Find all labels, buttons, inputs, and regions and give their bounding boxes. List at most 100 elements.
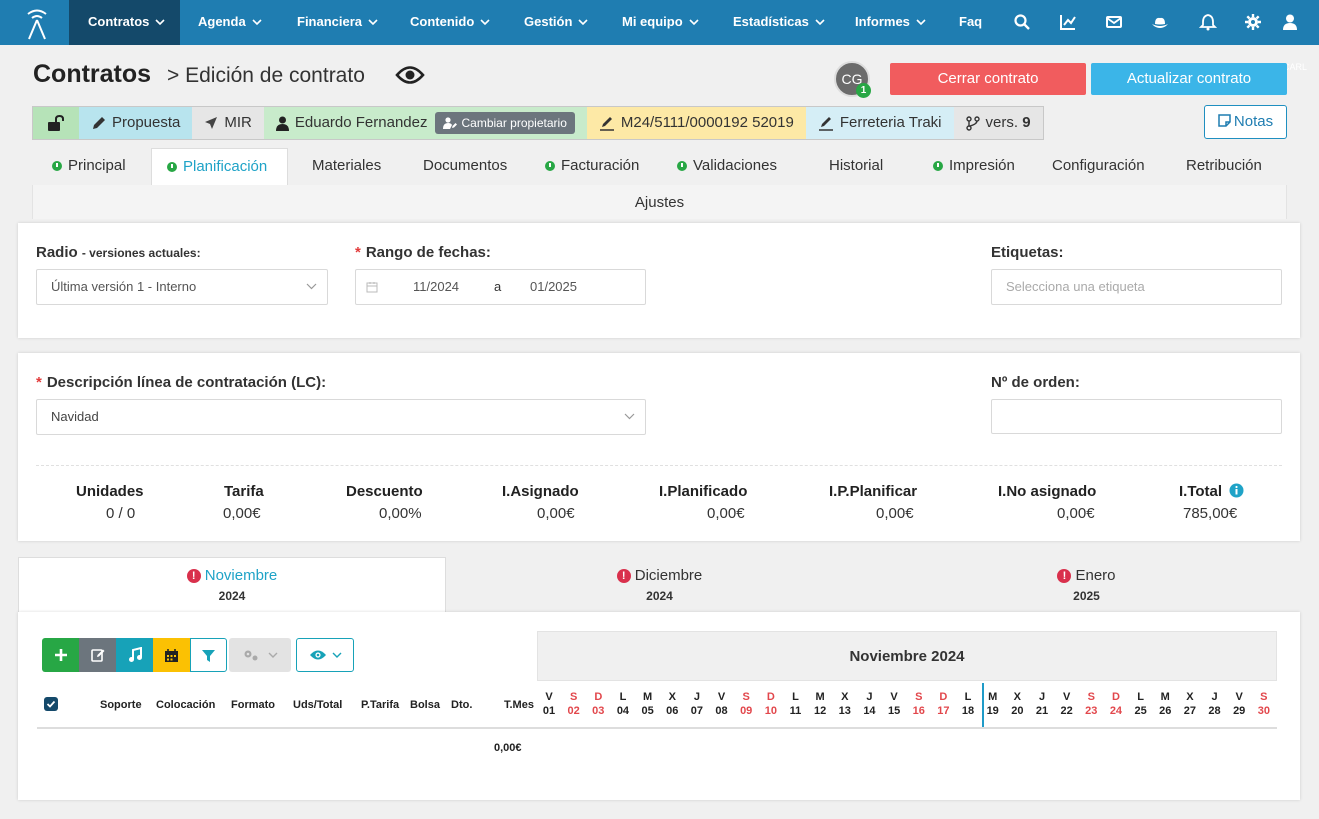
calendar-day-header[interactable]: V 08 <box>710 690 734 718</box>
calendar-day-header[interactable]: J 14 <box>857 690 881 718</box>
calendar-day-header[interactable]: D 17 <box>931 690 955 718</box>
calendar-day-header[interactable]: V 29 <box>1227 690 1251 718</box>
calendar-day-header[interactable]: V 15 <box>882 690 906 718</box>
calendar-day-header[interactable]: S 02 <box>562 690 586 718</box>
nav-mi-equipo[interactable]: Mi equipo <box>622 0 699 45</box>
calendar-day-header[interactable]: V 01 <box>537 690 561 718</box>
column-header[interactable]: Dto. <box>451 699 472 711</box>
nav-contratos[interactable]: Contratos <box>69 0 180 45</box>
column-header[interactable]: Uds/Total <box>293 699 342 711</box>
status-segment[interactable]: Propuesta <box>79 107 193 139</box>
nav-agenda[interactable]: Agenda <box>198 0 262 45</box>
calendar-day-header[interactable]: L 18 <box>956 690 980 718</box>
nav-gestion[interactable]: Gestión <box>524 0 588 45</box>
tags-select[interactable]: Selecciona una etiqueta <box>991 269 1282 305</box>
close-contract-button[interactable]: Cerrar contrato <box>890 63 1086 95</box>
calendar-button[interactable] <box>153 638 190 672</box>
tab-month-noviembre[interactable]: ! Noviembre 2024 <box>18 567 446 603</box>
notes-button[interactable]: Notas <box>1204 105 1287 139</box>
order-input[interactable] <box>991 399 1282 434</box>
calendar-day-header[interactable]: X 20 <box>1005 690 1029 718</box>
status-dot-icon <box>52 161 62 171</box>
info-icon[interactable] <box>1229 483 1244 498</box>
calendar-day-header[interactable]: D 24 <box>1104 690 1128 718</box>
tab-month-diciembre[interactable]: ! Diciembre 2024 <box>446 567 873 603</box>
radio-select[interactable]: Última versión 1 - Interno <box>36 269 328 305</box>
column-header[interactable]: Soporte <box>100 699 142 711</box>
nav-informes[interactable]: Informes <box>855 0 926 45</box>
mail-icon[interactable] <box>1105 13 1123 31</box>
search-icon[interactable] <box>1013 13 1031 31</box>
date-from[interactable]: 11/2024 <box>413 270 459 304</box>
calendar-day-header[interactable]: L 11 <box>784 690 808 718</box>
tab-historial[interactable]: Historial <box>829 148 883 185</box>
calendar-day-header[interactable]: L 25 <box>1129 690 1153 718</box>
change-owner-button[interactable]: Cambiar propietario <box>435 112 575 134</box>
tab-materiales[interactable]: Materiales <box>312 148 381 185</box>
type-segment[interactable]: MIR <box>192 107 264 139</box>
filter-button[interactable] <box>190 638 227 672</box>
edit-button[interactable] <box>79 638 116 672</box>
calendar-day-header[interactable]: D 03 <box>586 690 610 718</box>
hat-icon[interactable] <box>1151 13 1169 31</box>
unlock-segment[interactable] <box>33 107 79 139</box>
avatar[interactable]: CG 1 <box>834 61 871 98</box>
client-segment[interactable]: Ferreteria Traki <box>805 107 954 139</box>
calendar-day-header[interactable]: L 04 <box>611 690 635 718</box>
update-contract-button[interactable]: Actualizar contrato <box>1091 63 1287 95</box>
date-range-picker[interactable]: 11/2024 a 01/2025 <box>355 269 646 305</box>
column-header[interactable]: P.Tarifa <box>361 699 399 711</box>
eye-icon[interactable] <box>395 64 425 86</box>
column-header[interactable]: Colocación <box>156 699 215 711</box>
nav-estadisticas[interactable]: Estadísticas <box>733 0 825 45</box>
bell-icon[interactable] <box>1199 13 1217 31</box>
add-button[interactable] <box>42 638 79 672</box>
calendar-day-header[interactable]: J 07 <box>685 690 709 718</box>
subtab-ajustes[interactable]: Ajustes <box>33 194 1286 211</box>
tab-principal[interactable]: Principal <box>52 148 126 185</box>
column-header[interactable]: Formato <box>231 699 275 711</box>
date-to[interactable]: 01/2025 <box>530 270 577 304</box>
tab-month-enero[interactable]: ! Enero 2025 <box>873 567 1300 603</box>
calendar-day-header[interactable]: V 22 <box>1055 690 1079 718</box>
lc-desc-select[interactable]: Navidad <box>36 399 646 435</box>
nav-contenido[interactable]: Contenido <box>410 0 490 45</box>
tab-configuracion[interactable]: Configuración <box>1052 148 1145 185</box>
gear-icon[interactable] <box>1244 13 1262 31</box>
tab-documentos[interactable]: Documentos <box>423 148 507 185</box>
nav-financiera[interactable]: Financiera <box>297 0 378 45</box>
version-segment[interactable]: vers. 9 <box>953 107 1043 139</box>
nav-faq[interactable]: Faq <box>959 0 982 45</box>
calendar-day-header[interactable]: S 30 <box>1252 690 1276 718</box>
chart-icon[interactable] <box>1059 13 1077 31</box>
tab-facturacion[interactable]: Facturación <box>545 148 639 185</box>
music-button[interactable] <box>116 638 153 672</box>
calendar-day-header[interactable]: X 06 <box>660 690 684 718</box>
tab-validaciones[interactable]: Validaciones <box>677 148 777 185</box>
column-header[interactable]: T.Mes <box>504 699 534 711</box>
calendar-day-header[interactable]: S 23 <box>1079 690 1103 718</box>
tab-impresion[interactable]: Impresión <box>933 148 1015 185</box>
calendar-day-header[interactable]: M 12 <box>808 690 832 718</box>
owner-segment[interactable]: Eduardo Fernandez Cambiar propietario <box>263 107 587 139</box>
calendar-day-header[interactable]: J 28 <box>1203 690 1227 718</box>
calendar-day-header[interactable]: M 26 <box>1153 690 1177 718</box>
select-all-checkbox[interactable] <box>44 697 58 711</box>
calendar-day-header[interactable]: S 16 <box>907 690 931 718</box>
tab-retribucion[interactable]: Retribución <box>1186 148 1262 185</box>
code-segment[interactable]: M24/5111/0000192 52019 <box>586 107 806 139</box>
calendar-day-header[interactable]: S 09 <box>734 690 758 718</box>
calendar-day-header[interactable]: M 19 <box>981 690 1005 718</box>
calendar-month-title: Noviembre 2024 <box>537 631 1277 681</box>
settings-dropdown[interactable] <box>229 638 291 672</box>
user-icon[interactable] <box>1281 13 1299 31</box>
view-dropdown[interactable] <box>296 638 354 672</box>
logo-icon[interactable] <box>24 6 50 40</box>
calendar-day-header[interactable]: X 13 <box>833 690 857 718</box>
column-header[interactable]: Bolsa <box>410 699 440 711</box>
calendar-day-header[interactable]: D 10 <box>759 690 783 718</box>
calendar-day-header[interactable]: X 27 <box>1178 690 1202 718</box>
calendar-day-header[interactable]: J 21 <box>1030 690 1054 718</box>
calendar-day-header[interactable]: M 05 <box>636 690 660 718</box>
tab-planificacion[interactable]: Planificación <box>151 148 288 185</box>
